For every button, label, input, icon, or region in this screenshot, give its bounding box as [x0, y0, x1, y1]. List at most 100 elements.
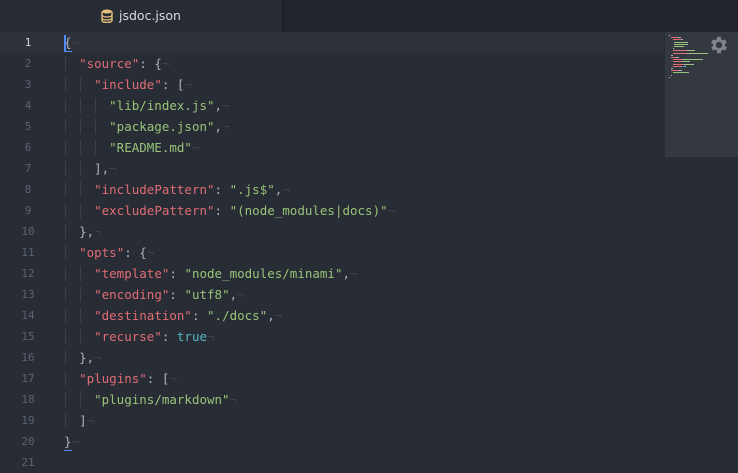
json-punctuation: :	[161, 329, 177, 344]
eol-marker: ¬	[191, 140, 200, 155]
code-line: "destination": "./docs",¬	[64, 305, 664, 326]
minimap-token	[688, 52, 708, 54]
line-number[interactable]: 18	[0, 389, 56, 410]
code-line: "includePattern": ".js$",¬	[64, 179, 664, 200]
line-number[interactable]: 20	[0, 431, 56, 452]
minimap-token	[672, 52, 687, 54]
line-number-gutter[interactable]: 1 2 3 4 5 6 7 8 9 10 11 12 13 14 15 16 17 18 19 20 21	[0, 32, 62, 473]
code-line: "opts": {¬	[64, 242, 664, 263]
line-number[interactable]: 21	[0, 452, 56, 473]
json-punctuation: : [	[146, 371, 170, 386]
indent-guide	[65, 77, 66, 92]
indent-guide	[80, 77, 82, 92]
line-number[interactable]: 1	[0, 32, 56, 53]
eol-marker: ¬	[274, 308, 283, 323]
indent-guide	[65, 413, 66, 428]
minimap-token	[672, 63, 685, 65]
eol-marker: ¬	[237, 287, 245, 302]
json-key: "destination"	[94, 308, 192, 323]
json-punctuation: :	[214, 182, 230, 197]
eol-marker: ¬	[71, 35, 80, 50]
json-key: "encoding"	[94, 287, 170, 302]
line-number[interactable]: 12	[0, 263, 56, 284]
eol-marker: ¬	[207, 329, 215, 344]
line-number[interactable]: 16	[0, 347, 56, 368]
line-number[interactable]: 11	[0, 242, 56, 263]
code-line: "template": "node_modules/minami",¬	[64, 263, 664, 284]
json-punctuation: ,	[267, 308, 275, 323]
indent-guide	[80, 203, 82, 218]
line-number[interactable]: 3	[0, 74, 56, 95]
code-line: "package.json",¬	[64, 116, 664, 137]
json-key: "opts"	[79, 245, 125, 260]
line-number[interactable]: 8	[0, 179, 56, 200]
code-editor[interactable]: 1 2 3 4 5 6 7 8 9 10 11 12 13 14 15 16 17 18 19 20 21 {¬ "so…	[0, 32, 738, 473]
minimap-token	[678, 37, 681, 39]
database-icon	[101, 9, 113, 23]
line-number[interactable]: 10	[0, 221, 56, 242]
minimap-token	[672, 65, 681, 67]
json-string: "(node_modules|docs)"	[229, 203, 388, 218]
json-string: "lib/index.js"	[109, 98, 215, 113]
minimap-token	[702, 59, 704, 61]
code-line: "source": {¬	[64, 53, 664, 74]
json-punctuation: ]	[79, 413, 87, 428]
minimap-token	[672, 61, 682, 63]
json-punctuation: : {	[139, 56, 162, 71]
indent-guide	[65, 371, 66, 386]
tab-jsdoc-json[interactable]: jsdoc.json	[0, 0, 283, 32]
indent-guide	[80, 98, 82, 113]
json-punctuation: },	[79, 350, 95, 365]
json-punctuation: },	[79, 224, 95, 239]
minimap-token	[680, 39, 684, 41]
code-line: },¬	[64, 347, 664, 368]
line-number[interactable]: 9	[0, 200, 56, 221]
minimap-token	[670, 37, 678, 39]
minimap-token	[687, 43, 688, 45]
code-area[interactable]: {¬ "source": {¬ "include": [¬ "lib/index…	[64, 32, 664, 473]
line-number[interactable]: 7	[0, 158, 56, 179]
code-line: "excludePattern": "(node_modules|docs)"¬	[64, 200, 664, 221]
indent-guide	[80, 329, 82, 344]
indent-guide	[65, 224, 66, 239]
indent-guide	[80, 140, 82, 155]
bracket-match-marker	[64, 450, 72, 451]
eol-marker: ¬	[229, 392, 238, 407]
indent-guide	[65, 266, 66, 281]
json-key: "source"	[79, 56, 140, 71]
line-number[interactable]: 14	[0, 305, 56, 326]
text-cursor	[64, 35, 66, 51]
line-number[interactable]: 6	[0, 137, 56, 158]
eol-marker: ¬	[222, 119, 230, 134]
json-string: "./docs"	[207, 308, 268, 323]
gear-icon[interactable]	[708, 34, 730, 56]
indent-guide	[65, 203, 66, 218]
line-number[interactable]: 5	[0, 116, 56, 137]
indent-guide	[80, 287, 82, 302]
indent-guide	[65, 350, 66, 365]
line-number[interactable]: 4	[0, 95, 56, 116]
line-number[interactable]: 19	[0, 410, 56, 431]
minimap-token	[682, 65, 687, 67]
line-number[interactable]: 15	[0, 326, 56, 347]
indent-guide	[80, 392, 82, 407]
line-number[interactable]: 17	[0, 368, 56, 389]
minimap-token	[670, 74, 672, 76]
eol-marker: ¬	[222, 98, 230, 113]
indent-guide	[95, 119, 97, 134]
minimap[interactable]	[665, 32, 738, 473]
json-punctuation: ,	[229, 287, 238, 302]
line-number[interactable]: 13	[0, 284, 56, 305]
json-key: "plugins"	[79, 371, 147, 386]
line-number[interactable]: 2	[0, 53, 56, 74]
json-key: "excludePattern"	[94, 203, 215, 218]
minimap-token	[676, 57, 679, 58]
indent-guide	[65, 161, 66, 176]
eol-marker: ¬	[71, 434, 80, 449]
